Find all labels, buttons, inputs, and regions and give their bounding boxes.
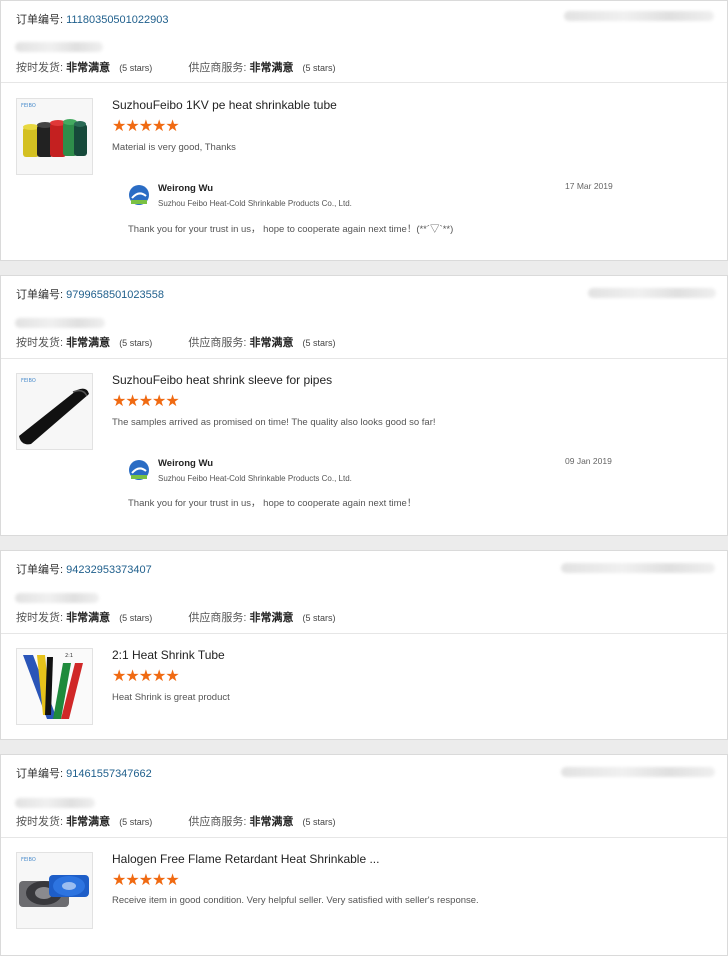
- shipping-stars-note: (5 stars): [119, 63, 153, 73]
- feibo-logo-icon: [129, 185, 149, 205]
- seller-company: Suzhou Feibo Heat-Cold Shrinkable Produc…: [158, 199, 352, 208]
- svg-text:FEIBO: FEIBO: [21, 857, 36, 863]
- blurred-buyer-name: [15, 593, 99, 603]
- shipping-stars-note: (5 stars): [119, 817, 153, 827]
- review-card: 订单编号: 9799658501023558 按时发货: 非常满意 (5 sta…: [0, 275, 728, 536]
- order-number[interactable]: 94232953373407: [66, 564, 152, 576]
- order-number-label: 订单编号:: [16, 564, 64, 576]
- svg-text:2:1: 2:1: [65, 653, 73, 659]
- supplier-service-rating: 非常满意: [249, 816, 294, 828]
- tube-strips-image-icon: 2:1: [17, 649, 92, 724]
- sleeve-image-icon: FEIBO: [17, 374, 92, 449]
- review-card: 订单编号: 94232953373407 按时发货: 非常满意 (5 stars…: [0, 550, 728, 740]
- seller-company: Suzhou Feibo Heat-Cold Shrinkable Produc…: [158, 474, 352, 483]
- review-stars: ★★★★★: [112, 872, 180, 889]
- seller-name: Weirong Wu: [158, 183, 214, 194]
- blurred-buyer-name: [15, 42, 103, 52]
- blurred-date: [561, 563, 715, 573]
- product-title[interactable]: Halogen Free Flame Retardant Heat Shrink…: [112, 852, 379, 866]
- product-title[interactable]: SuzhouFeibo heat shrink sleeve for pipes: [112, 373, 332, 387]
- svg-text:FEIBO: FEIBO: [21, 103, 36, 109]
- product-thumbnail[interactable]: FEIBO: [16, 98, 93, 175]
- review-text: Heat Shrink is great product: [112, 692, 230, 703]
- order-number-label: 订单编号:: [16, 768, 64, 780]
- product-thumbnail[interactable]: 2:1: [16, 648, 93, 725]
- divider: [1, 358, 727, 359]
- supplier-service-label: 供应商服务:: [188, 62, 247, 74]
- order-number-line: 订单编号: 94232953373407: [16, 561, 152, 577]
- order-number-label: 订单编号:: [16, 14, 64, 26]
- shipping-label: 按时发货:: [16, 612, 64, 624]
- product-thumbnail[interactable]: FEIBO: [16, 852, 93, 929]
- reply-date: 17 Mar 2019: [565, 181, 613, 191]
- rating-line: 按时发货: 非常满意 (5 stars) 供应商服务: 非常满意 (5 star…: [16, 609, 336, 625]
- blurred-buyer-name: [15, 318, 105, 328]
- blurred-date: [564, 11, 714, 21]
- reply-text: Thank you for your trust in us， hope to …: [128, 224, 454, 235]
- blurred-buyer-name: [15, 798, 95, 808]
- shipping-rating: 非常满意: [66, 62, 111, 74]
- supplier-service-label: 供应商服务:: [188, 816, 247, 828]
- supplier-stars-note: (5 stars): [302, 63, 336, 73]
- feibo-logo-icon: [129, 460, 149, 480]
- order-number-label: 订单编号:: [16, 289, 64, 301]
- divider: [1, 837, 727, 838]
- rating-line: 按时发货: 非常满意 (5 stars) 供应商服务: 非常满意 (5 star…: [16, 59, 336, 75]
- shipping-rating: 非常满意: [66, 612, 111, 624]
- supplier-stars-note: (5 stars): [302, 817, 336, 827]
- shipping-label: 按时发货:: [16, 62, 64, 74]
- product-title[interactable]: SuzhouFeibo 1KV pe heat shrinkable tube: [112, 98, 337, 112]
- review-text: The samples arrived as promised on time!…: [112, 417, 436, 428]
- product-title[interactable]: 2:1 Heat Shrink Tube: [112, 648, 225, 662]
- product-thumbnail[interactable]: FEIBO: [16, 373, 93, 450]
- review-card: 订单编号: 91461557347662 按时发货: 非常满意 (5 stars…: [0, 754, 728, 956]
- review-stars: ★★★★★: [112, 393, 180, 410]
- order-number[interactable]: 91461557347662: [66, 768, 152, 780]
- reply-date: 09 Jan 2019: [565, 456, 612, 466]
- shipping-stars-note: (5 stars): [119, 613, 153, 623]
- supplier-service-rating: 非常满意: [249, 62, 294, 74]
- divider: [1, 633, 727, 634]
- order-number[interactable]: 11180350501022903: [66, 14, 168, 26]
- reply-text: Thank you for your trust in us， hope to …: [128, 498, 417, 509]
- review-text: Material is very good, Thanks: [112, 142, 236, 153]
- svg-text:FEIBO: FEIBO: [21, 378, 36, 384]
- shipping-rating: 非常满意: [66, 337, 111, 349]
- supplier-stars-note: (5 stars): [302, 338, 336, 348]
- order-number[interactable]: 9799658501023558: [66, 289, 164, 301]
- shipping-rating: 非常满意: [66, 816, 111, 828]
- blurred-date: [588, 288, 716, 298]
- tubes-image-icon: FEIBO: [17, 99, 92, 174]
- supplier-stars-note: (5 stars): [302, 613, 336, 623]
- tape-rolls-image-icon: FEIBO: [17, 853, 92, 928]
- rating-line: 按时发货: 非常满意 (5 stars) 供应商服务: 非常满意 (5 star…: [16, 813, 336, 829]
- supplier-service-rating: 非常满意: [249, 337, 294, 349]
- rating-line: 按时发货: 非常满意 (5 stars) 供应商服务: 非常满意 (5 star…: [16, 334, 336, 350]
- supplier-service-label: 供应商服务:: [188, 612, 247, 624]
- review-stars: ★★★★★: [112, 668, 180, 685]
- order-number-line: 订单编号: 9799658501023558: [16, 286, 164, 302]
- supplier-service-label: 供应商服务:: [188, 337, 247, 349]
- shipping-stars-note: (5 stars): [119, 338, 153, 348]
- review-text: Receive item in good condition. Very hel…: [112, 895, 479, 906]
- review-card: 订单编号: 11180350501022903 按时发货: 非常满意 (5 st…: [0, 0, 728, 261]
- order-number-line: 订单编号: 11180350501022903: [16, 11, 169, 27]
- divider: [1, 82, 727, 83]
- supplier-service-rating: 非常满意: [249, 612, 294, 624]
- blurred-date: [561, 767, 715, 777]
- review-stars: ★★★★★: [112, 118, 180, 135]
- order-number-line: 订单编号: 91461557347662: [16, 765, 152, 781]
- seller-name: Weirong Wu: [158, 458, 214, 469]
- shipping-label: 按时发货:: [16, 337, 64, 349]
- shipping-label: 按时发货:: [16, 816, 64, 828]
